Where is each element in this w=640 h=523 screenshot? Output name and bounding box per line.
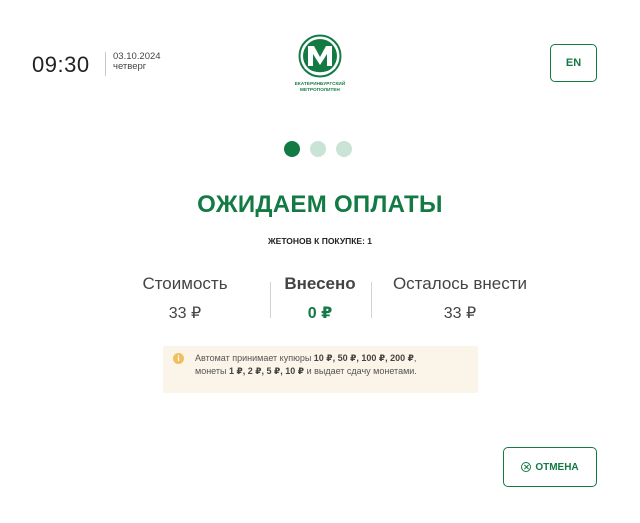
paid-label: Внесено — [284, 274, 356, 293]
weekday-value: четверг — [113, 61, 147, 72]
remain-column: Осталось внести 33 ₽ — [380, 274, 540, 323]
notice-part-4: и выдает сдачу монетами. — [304, 366, 417, 376]
notice-part-2: , — [413, 353, 417, 363]
column-divider — [371, 282, 372, 318]
notice-part-3: монеты — [195, 366, 229, 376]
cost-column: Стоимость 33 ₽ — [120, 274, 250, 323]
remain-label: Осталось внести — [392, 274, 528, 293]
clock-divider — [105, 52, 106, 76]
notice-banknotes: 10 ₽, 50 ₽, 100 ₽, 200 ₽ — [313, 353, 414, 363]
step-dot-2 — [310, 141, 326, 157]
tokens-count: 1 — [367, 236, 373, 246]
cost-value: 33 ₽ — [168, 305, 202, 322]
cost-label: Стоимость — [142, 274, 228, 293]
paid-column: Внесено 0 ₽ — [275, 274, 365, 323]
logo-line-1: ЕКАТЕРИНБУРГСКИЙ — [294, 81, 346, 86]
info-icon: i — [173, 353, 184, 364]
language-button[interactable]: EN — [550, 44, 597, 82]
metro-logo-icon — [298, 34, 342, 78]
tokens-label: ЖЕТОНОВ К ПОКУПКЕ: — [267, 236, 365, 246]
tokens-to-buy: ЖЕТОНОВ К ПОКУПКЕ: 1 — [0, 236, 640, 246]
notice-coins: 1 ₽, 2 ₽, 5 ₽, 10 ₽ — [228, 366, 305, 376]
logo-caption: ЕКАТЕРИНБУРГСКИЙ МЕТРОПОЛИТЕН — [284, 81, 356, 92]
payment-notice: i Автомат принимает купюры 10 ₽, 50 ₽, 1… — [163, 346, 478, 393]
clock-time: 09:30 — [32, 52, 90, 77]
column-divider — [270, 282, 271, 318]
remain-value: 33 ₽ — [443, 305, 477, 322]
cancel-label: ОТМЕНА — [535, 461, 579, 473]
page-title: ОЖИДАЕМ ОПЛАТЫ — [197, 191, 443, 218]
notice-part-1: Автомат принимает купюры — [195, 353, 314, 363]
clock-date: 03.10.2024 четверг — [113, 52, 161, 72]
step-dot-1 — [284, 141, 300, 157]
notice-text: Автомат принимает купюры 10 ₽, 50 ₽, 100… — [195, 352, 417, 393]
step-indicator — [284, 141, 352, 157]
metro-logo: ЕКАТЕРИНБУРГСКИЙ МЕТРОПОЛИТЕН — [284, 34, 356, 96]
cancel-button[interactable]: ОТМЕНА — [503, 447, 597, 487]
close-circle-icon — [521, 462, 532, 472]
paid-value: 0 ₽ — [307, 305, 333, 322]
logo-line-2: МЕТРОПОЛИТЕН — [300, 86, 340, 92]
step-dot-3 — [336, 141, 352, 157]
